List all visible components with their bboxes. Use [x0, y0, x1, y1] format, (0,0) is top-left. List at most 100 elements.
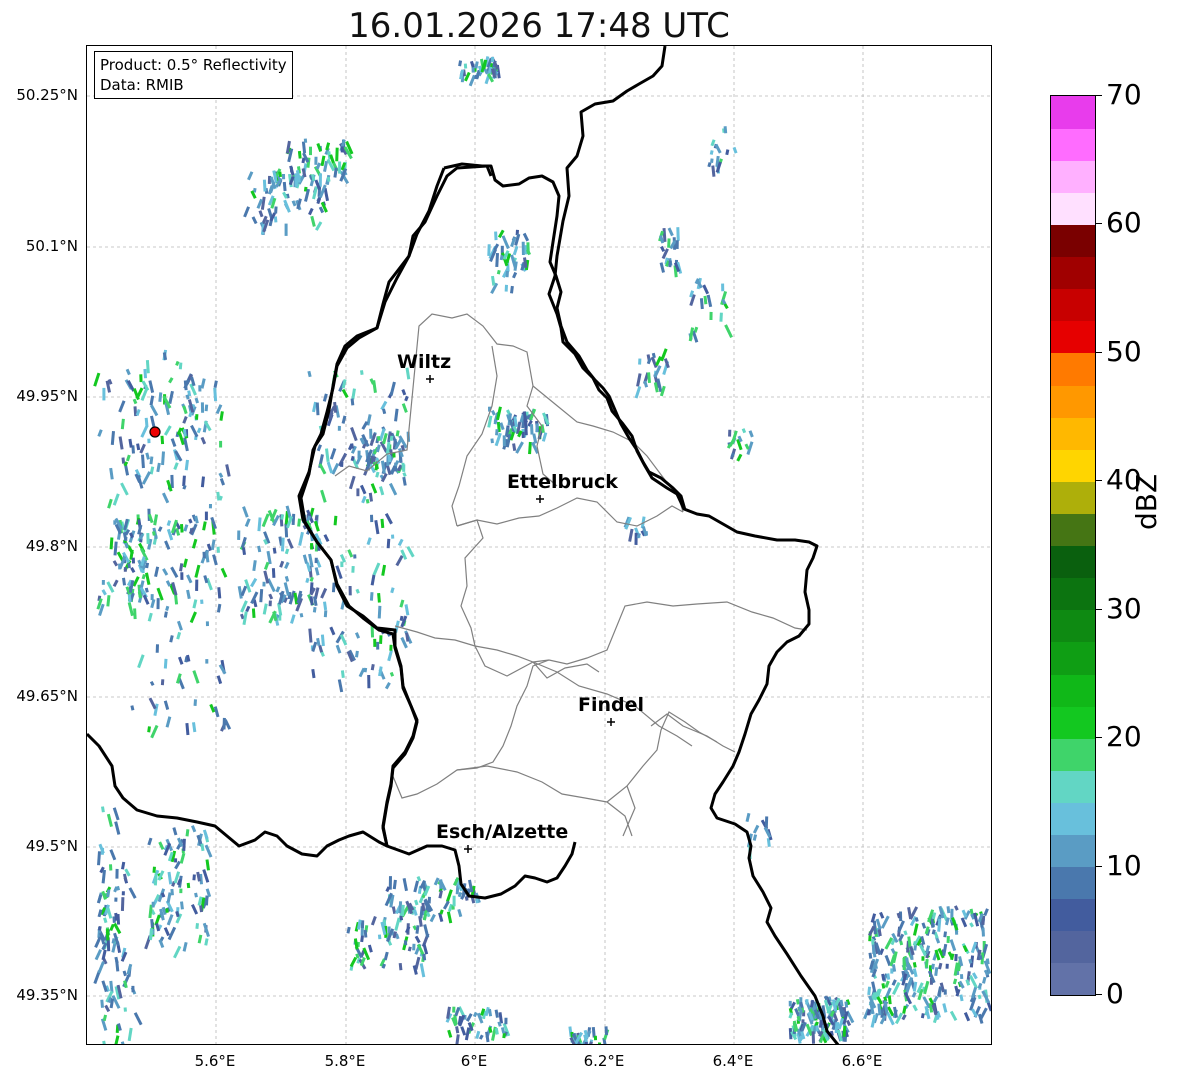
- echo-pixel: [153, 873, 158, 886]
- echo-pixel: [158, 939, 165, 949]
- echo-pixel: [764, 816, 769, 827]
- echo-pixel: [355, 650, 359, 658]
- echo-pixel: [217, 587, 222, 599]
- colorbar-tick-label: 70: [1106, 78, 1142, 111]
- echo-pixel: [294, 173, 298, 187]
- city-label-wiltz: Wiltz: [397, 351, 452, 373]
- echo-pixel: [196, 427, 202, 434]
- echo-pixel: [143, 368, 148, 379]
- echo-pixel: [316, 444, 322, 452]
- echo-pixel: [195, 579, 199, 591]
- echo-pixel: [702, 284, 710, 295]
- echo-pixel: [337, 679, 344, 693]
- echo-pixel: [204, 404, 209, 412]
- echo-pixel: [147, 438, 151, 444]
- echo-pixel: [320, 634, 325, 647]
- echo-pixel: [186, 882, 191, 889]
- echo-pixel: [463, 63, 468, 69]
- echo-pixel: [183, 524, 189, 532]
- echo-pixel: [634, 532, 638, 545]
- echo-pixel: [310, 543, 314, 550]
- echo-pixel: [120, 1041, 126, 1044]
- echo-pixel: [387, 649, 393, 662]
- colorbar-tick-label: 50: [1106, 334, 1142, 368]
- echo-pixel: [97, 961, 105, 974]
- echo-pixel: [522, 232, 530, 242]
- echo-pixel: [200, 402, 205, 413]
- echo-pixel: [667, 227, 674, 237]
- echo-pixel: [891, 979, 897, 986]
- echo-pixel: [180, 523, 184, 533]
- colorbar-tick-label: 30: [1106, 591, 1142, 625]
- echo-pixel: [401, 462, 405, 470]
- echo-pixel: [162, 568, 169, 576]
- echo-pixel: [109, 864, 113, 871]
- echo-pixel: [945, 963, 949, 969]
- echo-pixel: [377, 605, 382, 619]
- lon-label: 6°E: [460, 1052, 488, 1070]
- echo-pixel: [370, 664, 375, 671]
- echo-pixel: [360, 935, 364, 943]
- echo-pixel: [312, 606, 317, 613]
- echo-pixel: [118, 436, 124, 450]
- echo-pixel: [419, 963, 426, 978]
- echo-pixel: [732, 146, 738, 154]
- echo-pixel: [160, 679, 165, 686]
- echo-pixel: [457, 908, 463, 918]
- echo-pixel: [166, 520, 172, 527]
- echo-pixel: [389, 671, 395, 677]
- echo-pixel: [339, 554, 347, 563]
- echo-pixel: [325, 448, 330, 463]
- echo-pixel: [728, 429, 732, 437]
- echo-pixel: [166, 914, 174, 926]
- city-marker-wiltz: [426, 375, 434, 383]
- echo-pixel: [179, 888, 183, 894]
- national-borders: [87, 46, 840, 1044]
- echo-pixel: [128, 438, 133, 448]
- radar-map: Wiltz Ettelbruck Findel Esch/Alzette: [86, 45, 992, 1045]
- echo-pixel: [949, 1010, 958, 1022]
- echo-pixel: [272, 547, 277, 554]
- colorbar-title: dBZ: [1130, 473, 1163, 530]
- colorbar-segment: [1051, 513, 1095, 547]
- echo-pixel: [445, 889, 453, 903]
- echo-pixel: [174, 593, 179, 605]
- echo-pixel: [297, 518, 301, 527]
- echo-pixel: [170, 888, 174, 896]
- echo-pixel: [275, 586, 281, 593]
- product-info-box: Product: 0.5° Reflectivity Data: RMIB: [94, 51, 293, 99]
- echo-pixel: [163, 611, 168, 618]
- echo-pixel: [103, 917, 108, 924]
- echo-pixel: [150, 404, 159, 417]
- echo-pixel: [399, 599, 405, 608]
- echo-pixel: [886, 973, 891, 980]
- echo-pixel: [949, 939, 957, 952]
- echo-pixel: [788, 1000, 792, 1007]
- echo-pixel: [515, 441, 524, 454]
- echo-pixel: [745, 812, 751, 823]
- echo-pixel: [188, 518, 193, 524]
- echo-pixel: [251, 216, 258, 225]
- echo-pixel: [205, 859, 210, 871]
- echo-pixel: [981, 927, 985, 937]
- echo-pixel: [173, 462, 179, 470]
- echo-pixel: [163, 658, 168, 669]
- echo-pixel: [460, 1026, 467, 1036]
- map-canvas: [87, 46, 991, 1044]
- echo-pixel: [156, 598, 160, 610]
- echo-pixel: [314, 515, 319, 521]
- echo-pixel: [367, 944, 373, 953]
- colorbar-tick-label: 0: [1106, 977, 1124, 1010]
- echo-pixel: [150, 594, 154, 601]
- echo-pixel: [186, 589, 191, 600]
- echo-pixel: [322, 393, 328, 402]
- echo-pixel: [257, 545, 262, 553]
- echo-pixel: [372, 562, 381, 576]
- echo-pixel: [811, 1031, 816, 1044]
- echo-pixel: [597, 1042, 602, 1044]
- echo-pixel: [406, 546, 415, 558]
- echo-pixel: [193, 699, 197, 706]
- city-label-esch: Esch/Alzette: [436, 821, 569, 843]
- echo-pixel: [318, 463, 327, 475]
- echo-pixel: [495, 253, 499, 268]
